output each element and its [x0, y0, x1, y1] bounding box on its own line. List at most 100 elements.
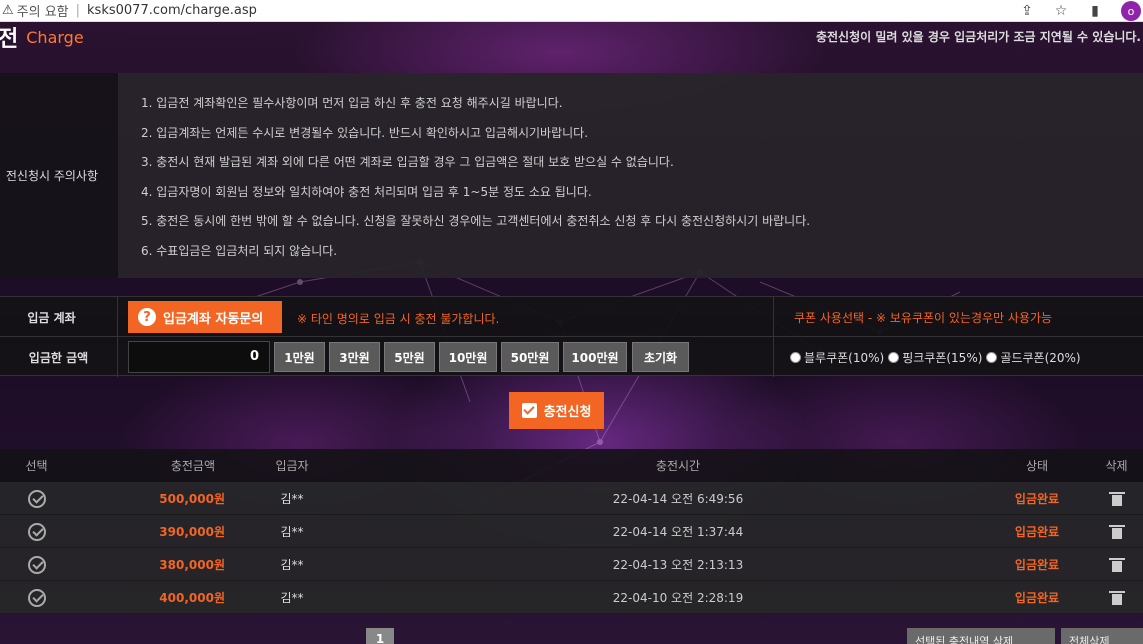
account-label: 입금 계좌	[0, 297, 118, 337]
share-icon[interactable]: ⇪	[1019, 3, 1035, 19]
header-select: 선택	[25, 459, 48, 473]
row-select-cell[interactable]	[0, 482, 73, 515]
page-title-ko: 전	[0, 27, 19, 52]
delete-selected-button[interactable]: 선택된 충전내역 삭제	[907, 628, 1055, 644]
coupon-pink-radio[interactable]	[888, 351, 900, 363]
notes-list: 1. 입금전 계좌확인은 필수사항이며 먼저 입금 하신 후 충전 요청 해주시…	[118, 73, 1143, 278]
star-icon[interactable]: ☆	[1053, 3, 1069, 19]
sidebar-icon[interactable]: ▮	[1087, 3, 1103, 19]
trash-icon[interactable]	[1108, 557, 1125, 572]
row-status: 입금완료	[1014, 525, 1060, 539]
header-depositor: 입금자	[275, 459, 309, 473]
pagination-current-page[interactable]: 1	[366, 628, 394, 644]
coupon-gold-option[interactable]: 골드쿠폰(20%)	[986, 349, 1081, 366]
delete-all-button[interactable]: 전체삭제	[1061, 628, 1143, 644]
amount-30k-button[interactable]: 3만원	[329, 342, 380, 372]
amount-label: 입금한 금액	[0, 337, 118, 377]
url-separator: |	[75, 3, 81, 18]
check-circle-icon[interactable]	[27, 522, 46, 541]
header-amount: 충전금액	[170, 459, 215, 473]
amount-reset-button[interactable]: 초기화	[632, 342, 689, 372]
header-delete: 삭제	[1105, 459, 1128, 473]
row-time: 22-04-10 오전 2:28:19	[612, 591, 744, 605]
row-amount: 390,000원	[159, 525, 225, 539]
header-status: 상태	[1025, 459, 1049, 473]
check-circle-icon[interactable]	[27, 489, 46, 508]
account-inquiry-button[interactable]: ? 입금계좌 자동문의	[128, 301, 282, 333]
row-amount: 380,000원	[159, 558, 225, 572]
deposit-warning: ※ 타인 명의로 입금 시 충전 불가합니다.	[297, 312, 500, 326]
header-notice: 충전신청이 밀려 있을 경우 입금처리가 조금 지연될 수 있습니다.	[815, 30, 1141, 44]
coupon-blue-radio[interactable]	[790, 351, 801, 363]
table-row: 400,000원 김** 22-04-10 오전 2:28:19 입금완료	[0, 581, 1143, 614]
row-delete-cell[interactable]	[1090, 515, 1143, 548]
coupon-gold-radio[interactable]	[986, 351, 998, 363]
coupon-gold-label: 골드쿠폰(20%)	[1000, 350, 1081, 365]
url-text[interactable]: ksks0077.com/charge.asp	[87, 3, 257, 18]
coupon-pink-label: 핑크쿠폰(15%)	[902, 350, 983, 365]
page-header: 전 Charge 충전신청이 밀려 있을 경우 입금처리가 조금 지연될 수 있…	[0, 22, 1143, 52]
notes-label: 전신청시 주의사항	[0, 73, 118, 278]
trash-icon[interactable]	[1108, 491, 1125, 506]
row-amount: 500,000원	[159, 492, 225, 506]
row-depositor: 김**	[280, 558, 304, 572]
row-delete-cell[interactable]	[1090, 581, 1143, 614]
browser-toolbar-icons: ⇪ ☆ ▮ o	[1019, 0, 1143, 22]
row-depositor: 김**	[280, 525, 304, 539]
row-depositor: 김**	[280, 492, 304, 506]
row-select-cell[interactable]	[0, 548, 73, 581]
trash-icon[interactable]	[1108, 590, 1125, 605]
coupon-select-label: 쿠폰 사용선택 - ※ 보유쿠폰이 있는경우만 사용가능	[773, 297, 1052, 337]
check-circle-icon[interactable]	[27, 555, 46, 574]
coupon-pink-option[interactable]: 핑크쿠폰(15%)	[888, 349, 982, 366]
row-delete-cell[interactable]	[1090, 482, 1143, 515]
page-title-en: Charge	[26, 27, 84, 47]
warning-icon[interactable]: ⚠	[2, 3, 14, 18]
account-inquiry-label: 입금계좌 자동문의	[163, 311, 264, 327]
charge-submit-label: 충전신청	[543, 405, 592, 420]
table-header: 선택 충전금액 입금자 충전시간 상태 삭제	[0, 449, 1143, 482]
coupon-blue-label: 블루쿠폰(10%)	[804, 350, 885, 365]
table-row: 500,000원 김** 22-04-14 오전 6:49:56 입금완료	[0, 482, 1143, 515]
table-row: 390,000원 김** 22-04-14 오전 1:37:44 입금완료	[0, 515, 1143, 548]
coupon-blue-option[interactable]: 블루쿠폰(10%)	[790, 349, 884, 366]
amount-10k-button[interactable]: 1만원	[274, 342, 325, 372]
amount-1m-button[interactable]: 100만원	[563, 342, 627, 372]
header-time: 충전시간	[655, 459, 701, 473]
security-status[interactable]: 주의 요함	[17, 1, 69, 20]
trash-icon[interactable]	[1108, 524, 1125, 539]
note-item: 1. 입금전 계좌확인은 필수사항이며 먼저 입금 하신 후 충전 요청 해주시…	[141, 96, 563, 110]
row-select-cell[interactable]	[0, 581, 73, 614]
row-delete-cell[interactable]	[1090, 548, 1143, 581]
check-circle-icon[interactable]	[27, 588, 46, 607]
checkbox-icon	[521, 403, 537, 418]
profile-avatar[interactable]: o	[1121, 1, 1141, 21]
amount-row: 입금한 금액 0 1만원 3만원 5만원 10만원 50만원 100만원 초기화…	[0, 337, 1143, 377]
amount-50k-button[interactable]: 5만원	[384, 342, 435, 372]
browser-address-bar: ⚠ 주의 요함 | ksks0077.com/charge.asp ⇪ ☆ ▮ …	[0, 0, 1143, 22]
charge-submit-button[interactable]: 충전신청	[509, 392, 604, 429]
row-status: 입금완료	[1014, 558, 1060, 572]
row-time: 22-04-14 오전 6:49:56	[612, 492, 744, 506]
row-time: 22-04-13 오전 2:13:13	[612, 558, 744, 572]
row-status: 입금완료	[1014, 492, 1060, 506]
charge-history-table: 선택 충전금액 입금자 충전시간 상태 삭제 500,000원 김** 22-0…	[0, 449, 1143, 614]
note-item: 5. 충전은 동시에 한번 밖에 할 수 없습니다. 신청을 잘못하신 경우에는…	[141, 214, 811, 229]
table-row: 380,000원 김** 22-04-13 오전 2:13:13 입금완료	[0, 548, 1143, 581]
row-select-cell[interactable]	[0, 515, 73, 548]
amount-500k-button[interactable]: 50만원	[501, 342, 559, 372]
row-amount: 400,000원	[159, 591, 225, 605]
question-icon: ?	[138, 308, 156, 326]
charge-notes: 전신청시 주의사항 1. 입금전 계좌확인은 필수사항이며 먼저 입금 하신 후…	[0, 73, 1143, 278]
note-item: 3. 충전시 현재 발급된 계좌 외에 다른 어떤 계좌로 입금할 경우 그 입…	[141, 155, 674, 170]
row-time: 22-04-14 오전 1:37:44	[612, 525, 744, 539]
note-item: 6. 수표입금은 입금처리 되지 않습니다.	[141, 243, 338, 258]
note-item: 2. 입금계좌는 언제든 수시로 변경될수 있습니다. 반드시 확인하시고 입금…	[141, 125, 589, 140]
account-row: 입금 계좌 ? 입금계좌 자동문의 ※ 타인 명의로 입금 시 충전 불가합니다…	[0, 297, 1143, 337]
row-status: 입금완료	[1014, 591, 1060, 605]
amount-100k-button[interactable]: 10만원	[439, 342, 497, 372]
deposit-form: 입금 계좌 ? 입금계좌 자동문의 ※ 타인 명의로 입금 시 충전 불가합니다…	[0, 296, 1143, 377]
note-item: 4. 입금자명이 회원님 정보와 일치하여야 충전 처리되며 입금 후 1~5분…	[141, 184, 592, 199]
row-depositor: 김**	[280, 591, 304, 605]
amount-input[interactable]: 0	[128, 341, 270, 373]
